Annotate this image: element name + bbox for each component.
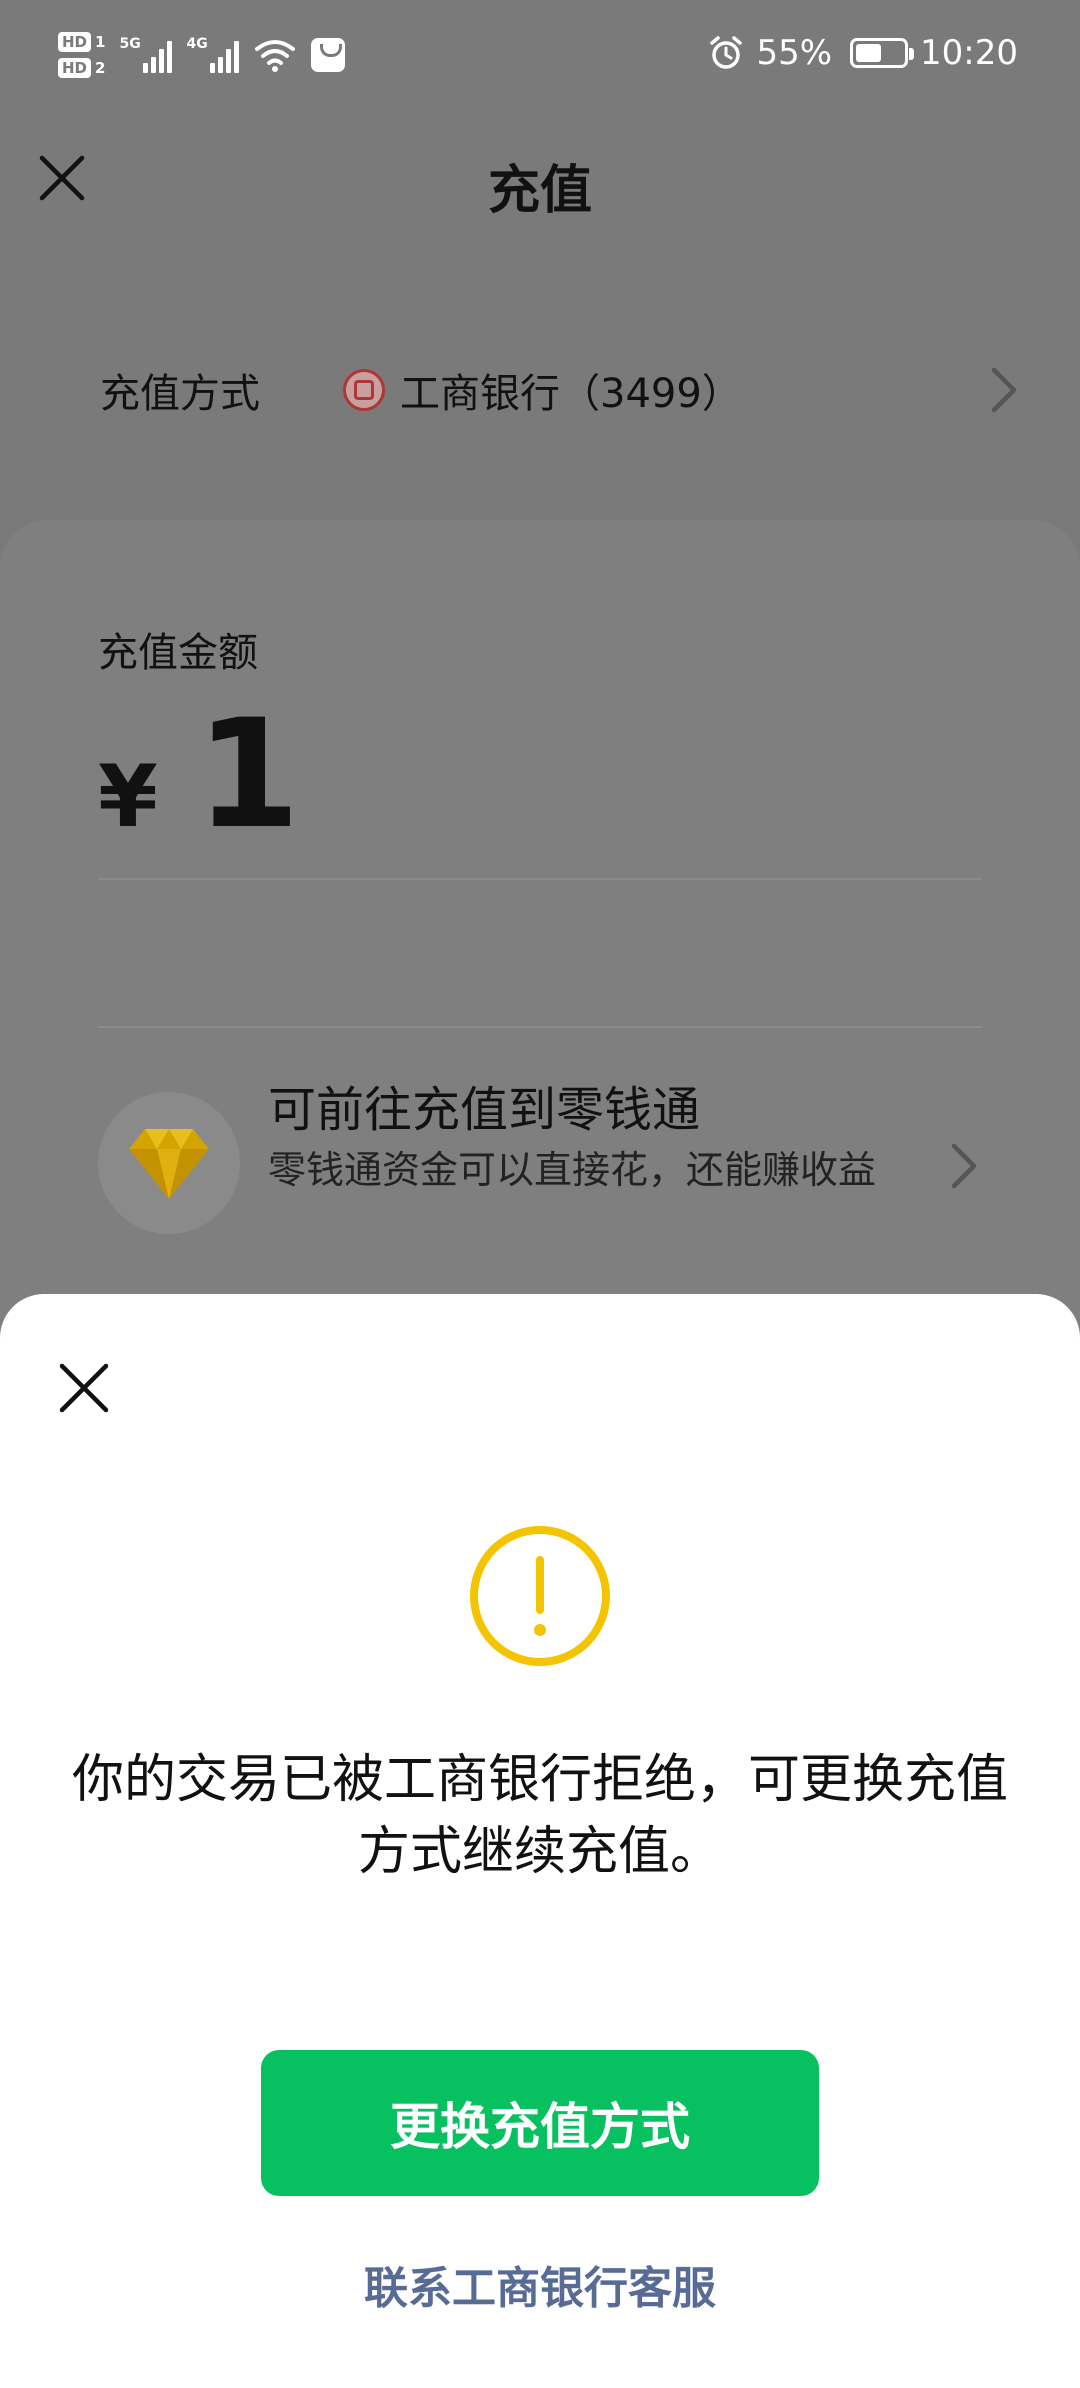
nav-bar: 充值 bbox=[0, 130, 1080, 230]
amount-label: 充值金额 bbox=[98, 630, 258, 676]
chevron-right-icon bbox=[991, 367, 1017, 413]
amount-input[interactable]: ¥ 1 bbox=[98, 700, 300, 850]
battery-percent: 55% bbox=[756, 33, 833, 73]
hd1-indicator: HD 1 bbox=[58, 32, 105, 52]
promo-title: 可前往充值到零钱通 bbox=[268, 1082, 701, 1138]
battery-fill bbox=[856, 44, 882, 62]
alarm-icon bbox=[710, 36, 743, 69]
signal-icon-2: 4G bbox=[186, 36, 240, 73]
clock: 10:20 bbox=[920, 33, 1018, 73]
diamond-icon-wrap bbox=[98, 1092, 240, 1234]
section-divider bbox=[98, 1026, 982, 1028]
chevron-right-icon bbox=[951, 1143, 977, 1189]
signal-icon: 5G bbox=[119, 36, 173, 73]
status-bar: HD 1 HD 2 5G 4G 55% 10:20 bbox=[0, 0, 1080, 110]
hd-indicators: HD 1 HD 2 bbox=[58, 32, 105, 78]
contact-bank-service-link[interactable]: 联系工商银行客服 bbox=[0, 2252, 1080, 2316]
hd1-badge: HD bbox=[58, 32, 92, 52]
status-right: 55% 10:20 bbox=[708, 28, 1018, 78]
currency-symbol: ¥ bbox=[98, 747, 158, 847]
error-message: 你的交易已被工商银行拒绝，可更换充值方式继续充值。 bbox=[71, 1750, 1008, 1882]
recharge-method-row[interactable]: 充值方式 工商银行（3499） bbox=[0, 340, 1080, 440]
change-method-button[interactable]: 更换充值方式 bbox=[261, 2050, 819, 2196]
amount-value: 1 bbox=[195, 688, 301, 862]
shopping-bag-icon bbox=[311, 38, 346, 72]
network-label-2: 4G bbox=[186, 36, 208, 52]
hd1-number: 1 bbox=[95, 33, 106, 51]
wifi-icon bbox=[255, 40, 296, 72]
recharge-method-bank: 工商银行（3499） bbox=[400, 371, 742, 417]
lingqiantong-promo[interactable]: 可前往充值到零钱通 零钱通资金可以直接花，还能赚收益 bbox=[98, 1070, 982, 1270]
battery-icon bbox=[850, 38, 915, 68]
promo-subtitle: 零钱通资金可以直接花，还能赚收益 bbox=[268, 1148, 877, 1192]
warning-icon bbox=[470, 1526, 610, 1666]
hd2-indicator: HD 2 bbox=[58, 58, 105, 78]
hd2-badge: HD bbox=[58, 58, 92, 78]
diamond-icon bbox=[129, 1129, 209, 1199]
close-icon[interactable] bbox=[56, 1360, 112, 1416]
hd2-number: 2 bbox=[95, 59, 106, 77]
error-dialog: 你的交易已被工商银行拒绝，可更换充值方式继续充值。 更换充值方式 联系工商银行客… bbox=[0, 1294, 1080, 2388]
amount-divider bbox=[98, 878, 982, 880]
recharge-method-label: 充值方式 bbox=[100, 371, 260, 417]
status-left: HD 1 HD 2 5G 4G bbox=[58, 22, 346, 88]
page-title: 充值 bbox=[487, 161, 592, 221]
network-label-1: 5G bbox=[119, 36, 141, 52]
icbc-bank-icon bbox=[343, 369, 385, 411]
